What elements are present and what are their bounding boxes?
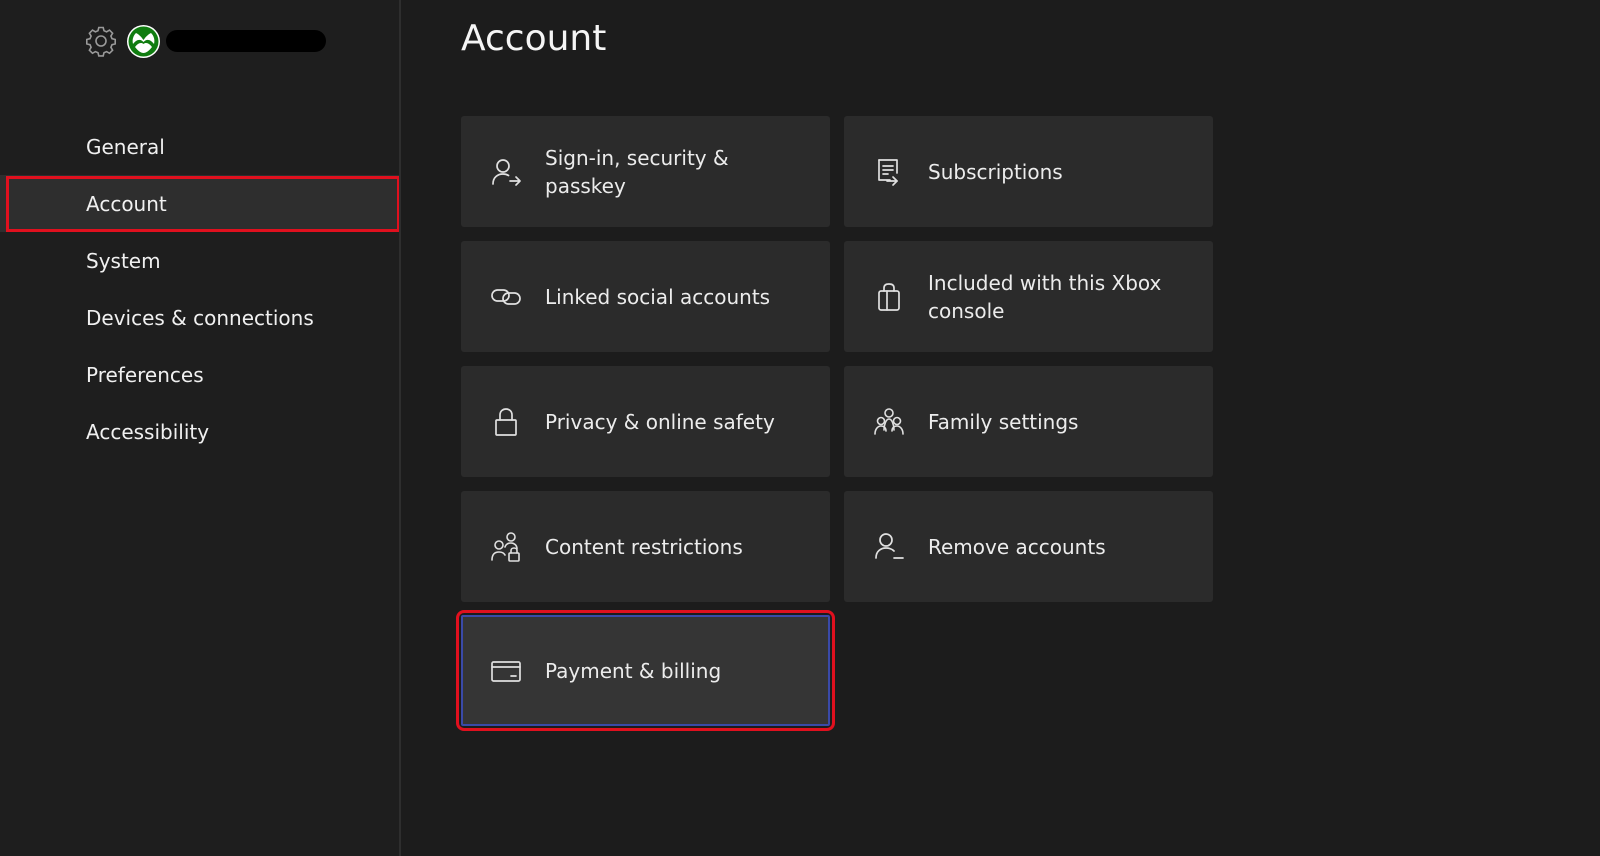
gamertag-redacted (166, 30, 326, 52)
credit-card-icon (488, 653, 524, 689)
tile-privacy-online-safety[interactable]: Privacy & online safety (461, 366, 830, 477)
tile-remove-accounts[interactable]: Remove accounts (844, 491, 1213, 602)
sidebar-item-label: Devices & connections (86, 305, 314, 330)
tile-label: Remove accounts (928, 534, 1106, 559)
people-lock-icon (488, 529, 524, 565)
tile-label: Content restrictions (545, 534, 743, 559)
page-title: Account (461, 18, 607, 59)
tile-label: Payment & billing (545, 658, 722, 683)
gear-icon (86, 26, 116, 57)
sidebar-item-label: Accessibility (86, 419, 210, 444)
tile-label: Privacy & online safety (545, 409, 775, 434)
xbox-logo-icon (127, 24, 160, 58)
sidebar-header (84, 24, 326, 58)
tile-label: Family settings (928, 409, 1079, 434)
shopping-bag-icon (871, 279, 907, 315)
tile-label: Sign-in, security & passkey (545, 145, 729, 198)
sidebar-item-label: System (86, 248, 161, 273)
sidebar-item-general[interactable]: General (0, 118, 400, 175)
tile-label: Included with this Xbox console (928, 270, 1162, 323)
sidebar-item-account[interactable]: Account (0, 175, 400, 232)
tile-label: Linked social accounts (545, 284, 771, 309)
family-icon (871, 404, 907, 440)
sidebar-item-accessibility[interactable]: Accessibility (0, 403, 400, 460)
tile-included-with-console[interactable]: Included with this Xbox console (844, 241, 1213, 352)
tile-sign-in-security[interactable]: Sign-in, security & passkey (461, 116, 830, 227)
sidebar-item-label: Preferences (86, 362, 204, 387)
tile-content-restrictions[interactable]: Content restrictions (461, 491, 830, 602)
sidebar-nav: General Account System Devices & connect… (0, 118, 400, 460)
tile-family-settings[interactable]: Family settings (844, 366, 1213, 477)
sidebar-item-preferences[interactable]: Preferences (0, 346, 400, 403)
lock-icon (488, 404, 524, 440)
link-icon (488, 279, 524, 315)
tile-label: Subscriptions (928, 159, 1063, 184)
settings-screen: General Account System Devices & connect… (0, 0, 1600, 856)
sidebar: General Account System Devices & connect… (0, 0, 400, 856)
sidebar-item-system[interactable]: System (0, 232, 400, 289)
tile-subscriptions[interactable]: Subscriptions (844, 116, 1213, 227)
tile-payment-billing[interactable]: Payment & billing (456, 610, 835, 731)
sidebar-item-label: Account (86, 191, 167, 216)
person-arrow-icon (488, 154, 524, 190)
sidebar-divider (399, 0, 401, 856)
document-arrow-icon (871, 154, 907, 190)
sidebar-item-devices-connections[interactable]: Devices & connections (0, 289, 400, 346)
sidebar-item-label: General (86, 134, 165, 159)
person-minus-icon (871, 529, 907, 565)
tile-linked-social-accounts[interactable]: Linked social accounts (461, 241, 830, 352)
